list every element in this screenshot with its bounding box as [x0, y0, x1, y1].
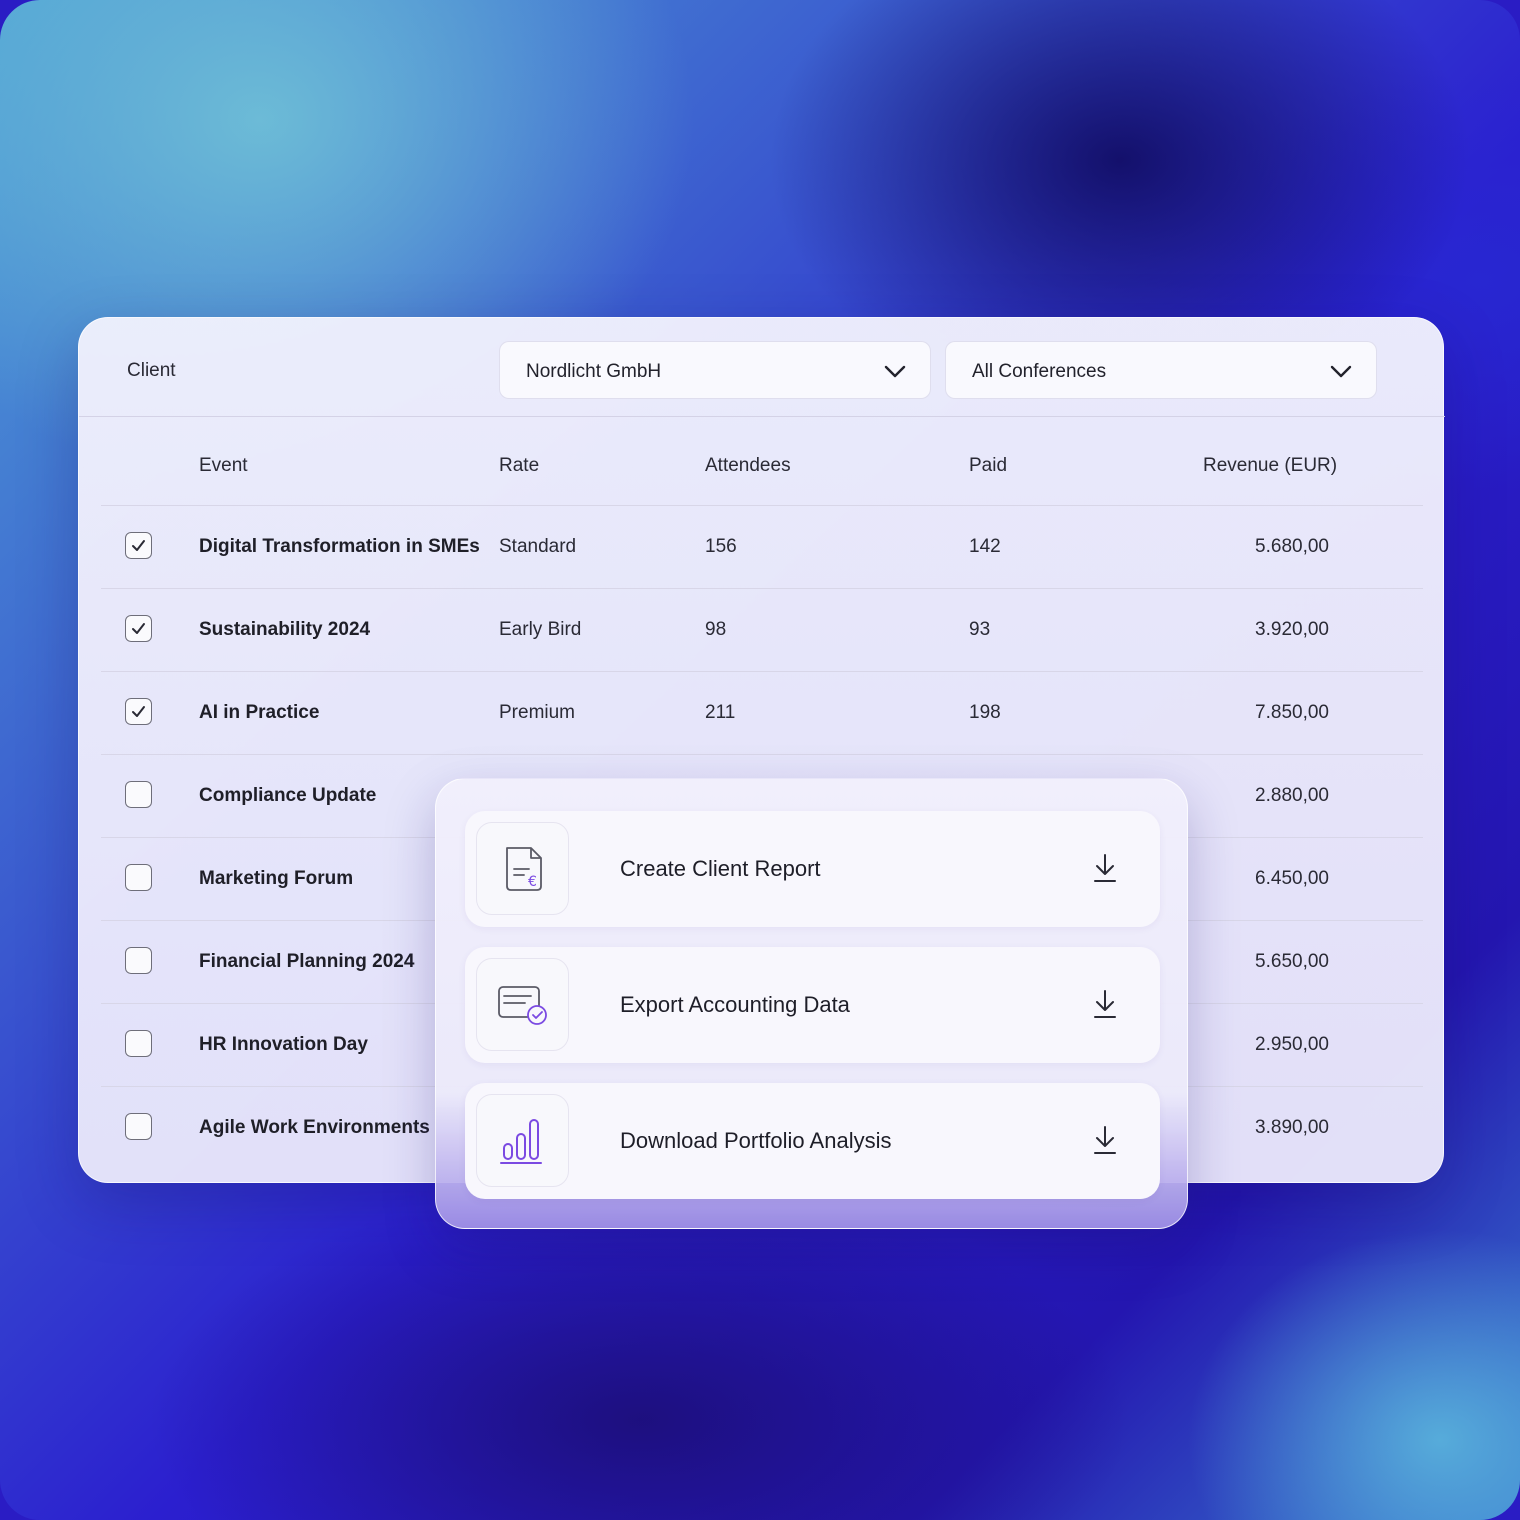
download-portfolio-analysis-button[interactable]: Download Portfolio Analysis [465, 1083, 1160, 1199]
event-name: Sustainability 2024 [199, 619, 371, 640]
checkmark-icon [132, 540, 145, 551]
client-label: Client [127, 360, 176, 381]
event-name: Digital Transformation in SMEs [199, 536, 480, 557]
client-select[interactable]: Nordlicht GmbH [499, 341, 931, 399]
header-rate: Rate [499, 455, 540, 476]
header-event: Event [199, 455, 248, 476]
event-name: Agile Work Environments [199, 1117, 430, 1138]
row-checkbox[interactable] [125, 1113, 152, 1140]
revenue-cell: 3.890,00 [1255, 1117, 1329, 1138]
attendees-cell: 156 [705, 536, 737, 557]
conference-select[interactable]: All Conferences [945, 341, 1377, 399]
header-revenue: Revenue (EUR) [1203, 455, 1338, 476]
download-icon[interactable] [1092, 989, 1118, 1019]
action-label: Download Portfolio Analysis [620, 1128, 892, 1153]
event-name: Marketing Forum [199, 868, 354, 889]
header-paid: Paid [969, 455, 1008, 476]
checkmark-icon [132, 706, 145, 717]
client-select-value: Nordlicht GmbH [526, 361, 662, 382]
chevron-down-icon [1330, 365, 1352, 378]
revenue-cell: 5.680,00 [1255, 536, 1329, 557]
row-checkbox[interactable] [125, 781, 152, 808]
row-checkbox-checked[interactable] [125, 615, 152, 642]
rate-cell: Early Bird [499, 619, 582, 640]
action-label: Export Accounting Data [620, 992, 850, 1017]
paid-cell: 198 [969, 702, 1001, 723]
row-checkbox[interactable] [125, 1030, 152, 1057]
conference-select-value: All Conferences [972, 361, 1107, 382]
event-name: HR Innovation Day [199, 1034, 368, 1055]
header-attendees: Attendees [705, 455, 791, 476]
table-row[interactable]: AI in Practice Premium 211 198 7.850,00 [101, 672, 1423, 755]
bar-chart-icon [500, 1119, 542, 1164]
row-checkbox-checked[interactable] [125, 698, 152, 725]
icon-tile: € [476, 822, 569, 915]
revenue-cell: 5.650,00 [1255, 951, 1329, 972]
filter-bar: Client Nordlicht GmbH All Conferences [79, 318, 1445, 417]
row-checkbox-checked[interactable] [125, 532, 152, 559]
table-header: Event Rate Attendees Paid Revenue (EUR) [101, 418, 1423, 506]
download-icon[interactable] [1092, 853, 1118, 883]
revenue-cell: 6.450,00 [1255, 868, 1329, 889]
revenue-cell: 2.950,00 [1255, 1034, 1329, 1055]
attendees-cell: 98 [705, 619, 727, 640]
euro-document-icon: € [506, 847, 542, 891]
revenue-cell: 3.920,00 [1255, 619, 1329, 640]
action-label: Create Client Report [620, 856, 821, 881]
table-row[interactable]: Digital Transformation in SMEs Standard 15… [101, 506, 1423, 589]
row-checkbox[interactable] [125, 864, 152, 891]
event-name: Compliance Update [199, 785, 377, 806]
create-client-report-button[interactable]: € Create Client Report [465, 811, 1160, 927]
download-icon[interactable] [1092, 1125, 1118, 1155]
icon-tile [476, 958, 569, 1051]
icon-tile [476, 1094, 569, 1187]
chevron-down-icon [884, 365, 906, 378]
row-checkbox[interactable] [125, 947, 152, 974]
event-name: AI in Practice [199, 702, 320, 723]
rate-cell: Standard [499, 536, 577, 557]
export-actions-popover: € Create Client Report Export Accounting… [435, 778, 1188, 1229]
revenue-cell: 2.880,00 [1255, 785, 1329, 806]
svg-text:€: € [528, 874, 537, 890]
checkmark-icon [132, 623, 145, 634]
event-name: Financial Planning 2024 [199, 951, 415, 972]
card-check-icon [498, 986, 547, 1025]
export-accounting-data-button[interactable]: Export Accounting Data [465, 947, 1160, 1063]
paid-cell: 142 [969, 536, 1001, 557]
attendees-cell: 211 [705, 702, 736, 723]
rate-cell: Premium [499, 702, 576, 723]
table-row[interactable]: Sustainability 2024 Early Bird 98 93 3.920,0… [101, 589, 1423, 672]
paid-cell: 93 [969, 619, 991, 640]
revenue-cell: 7.850,00 [1255, 702, 1329, 723]
